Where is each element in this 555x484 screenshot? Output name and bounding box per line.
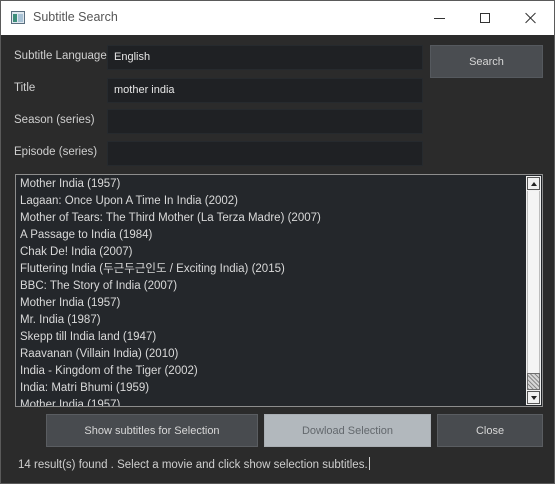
list-item[interactable]: Chak De! India (2007) bbox=[20, 244, 133, 261]
scroll-track[interactable] bbox=[527, 191, 540, 374]
minimize-icon bbox=[433, 17, 445, 19]
status-bar: 14 result(s) found . Select a movie and … bbox=[18, 457, 370, 471]
window-title: Subtitle Search bbox=[33, 10, 118, 24]
scroll-up-button[interactable] bbox=[527, 177, 540, 190]
list-item[interactable]: BBC: The Story of India (2007) bbox=[20, 278, 177, 295]
close-icon bbox=[525, 12, 537, 24]
list-item[interactable]: Mother of Tears: The Third Mother (La Te… bbox=[20, 210, 321, 227]
list-item[interactable]: Mother India (1957) bbox=[20, 397, 120, 406]
text-caret bbox=[368, 457, 370, 470]
language-label: Subtitle Language bbox=[14, 50, 107, 62]
list-item[interactable]: Raavanan (Villain India) (2010) bbox=[20, 346, 178, 363]
list-item[interactable]: Mother India (1957) bbox=[20, 295, 120, 312]
title-label: Title bbox=[14, 82, 36, 94]
arrow-down-icon bbox=[530, 395, 537, 400]
app-window-icon bbox=[11, 11, 25, 24]
download-selection-button[interactable]: Dowload Selection bbox=[264, 414, 431, 447]
list-item[interactable]: A Passage to India (1984) bbox=[20, 227, 152, 244]
list-item[interactable]: India - Kingdom of the Tiger (2002) bbox=[20, 363, 198, 380]
scroll-thumb[interactable] bbox=[527, 373, 540, 390]
subtitle-search-window: Subtitle Search Subtitle Language Englis… bbox=[0, 0, 555, 484]
list-item[interactable]: India: Matri Bhumi (1959) bbox=[20, 380, 149, 397]
list-item[interactable]: Lagaan: Once Upon A Time In India (2002) bbox=[20, 193, 238, 210]
scroll-down-button[interactable] bbox=[527, 391, 540, 404]
list-item[interactable]: Skepp till India land (1947) bbox=[20, 329, 156, 346]
season-field[interactable] bbox=[107, 109, 423, 134]
list-item[interactable]: Mother India (1957) bbox=[20, 176, 120, 193]
episode-label: Episode (series) bbox=[14, 146, 98, 158]
minimize-button[interactable] bbox=[416, 1, 462, 35]
maximize-icon bbox=[480, 13, 490, 23]
episode-field[interactable] bbox=[107, 141, 423, 166]
results-list[interactable]: Mother India (1957) Lagaan: Once Upon A … bbox=[15, 174, 543, 407]
window-close-button[interactable] bbox=[508, 1, 554, 35]
language-field[interactable]: English bbox=[107, 45, 423, 70]
list-item[interactable]: Fluttering India (두근두근인도 / Exciting Indi… bbox=[20, 261, 285, 278]
list-item[interactable]: Mr. India (1987) bbox=[20, 312, 101, 329]
show-subtitles-button[interactable]: Show subtitles for Selection bbox=[46, 414, 258, 447]
results-scrollbar[interactable] bbox=[526, 176, 541, 405]
status-text: 14 result(s) found . Select a movie and … bbox=[18, 459, 368, 471]
title-bar: Subtitle Search bbox=[1, 1, 554, 35]
season-label: Season (series) bbox=[14, 114, 95, 126]
arrow-up-icon bbox=[530, 181, 537, 186]
maximize-button[interactable] bbox=[462, 1, 508, 35]
close-button[interactable]: Close bbox=[437, 414, 543, 447]
title-field[interactable]: mother india bbox=[107, 78, 423, 103]
search-button[interactable]: Search bbox=[430, 45, 543, 78]
